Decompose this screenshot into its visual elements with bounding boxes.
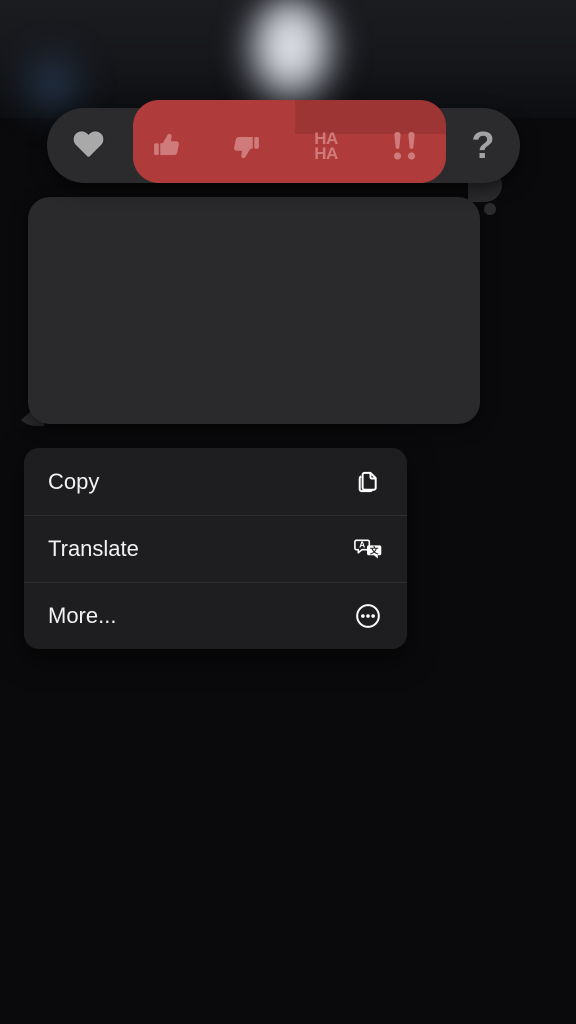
haha-text-icon: HA HA (314, 128, 338, 163)
svg-text:文: 文 (369, 544, 379, 556)
reaction-thumbsup-button[interactable] (134, 108, 200, 183)
message-bubble[interactable] (28, 197, 480, 424)
reaction-haha-button[interactable]: HA HA (292, 108, 360, 183)
question-mark-icon: ? (471, 124, 495, 167)
heart-icon (73, 132, 103, 159)
reaction-heart-button[interactable] (57, 108, 119, 183)
ellipsis-circle-icon (351, 599, 385, 633)
menu-item-copy[interactable]: Copy (24, 448, 407, 515)
svg-text:A: A (359, 540, 365, 550)
menu-item-translate[interactable]: Translate A 文 (24, 515, 407, 582)
translate-icon: A 文 (351, 532, 385, 566)
menu-item-more-label: More... (48, 603, 117, 628)
reaction-thumbsdown-button[interactable] (212, 108, 280, 183)
menu-item-translate-label: Translate (48, 536, 139, 561)
menu-item-copy-label: Copy (48, 468, 100, 494)
menu-item-more[interactable]: More... (24, 582, 407, 649)
reaction-exclamation-button[interactable] (374, 108, 436, 183)
reaction-question-button[interactable]: ? (452, 108, 514, 183)
messages-screen: HA HA ? Copy Translate A 文 More... (0, 0, 576, 1024)
tapback-bar-dot (484, 203, 496, 215)
copy-icon (351, 465, 385, 499)
thumbs-up-icon (154, 133, 179, 155)
thumbs-down-icon (234, 136, 259, 158)
message-context-menu[interactable]: Copy Translate A 文 More... (24, 448, 407, 649)
exclamation-icon (393, 131, 416, 160)
